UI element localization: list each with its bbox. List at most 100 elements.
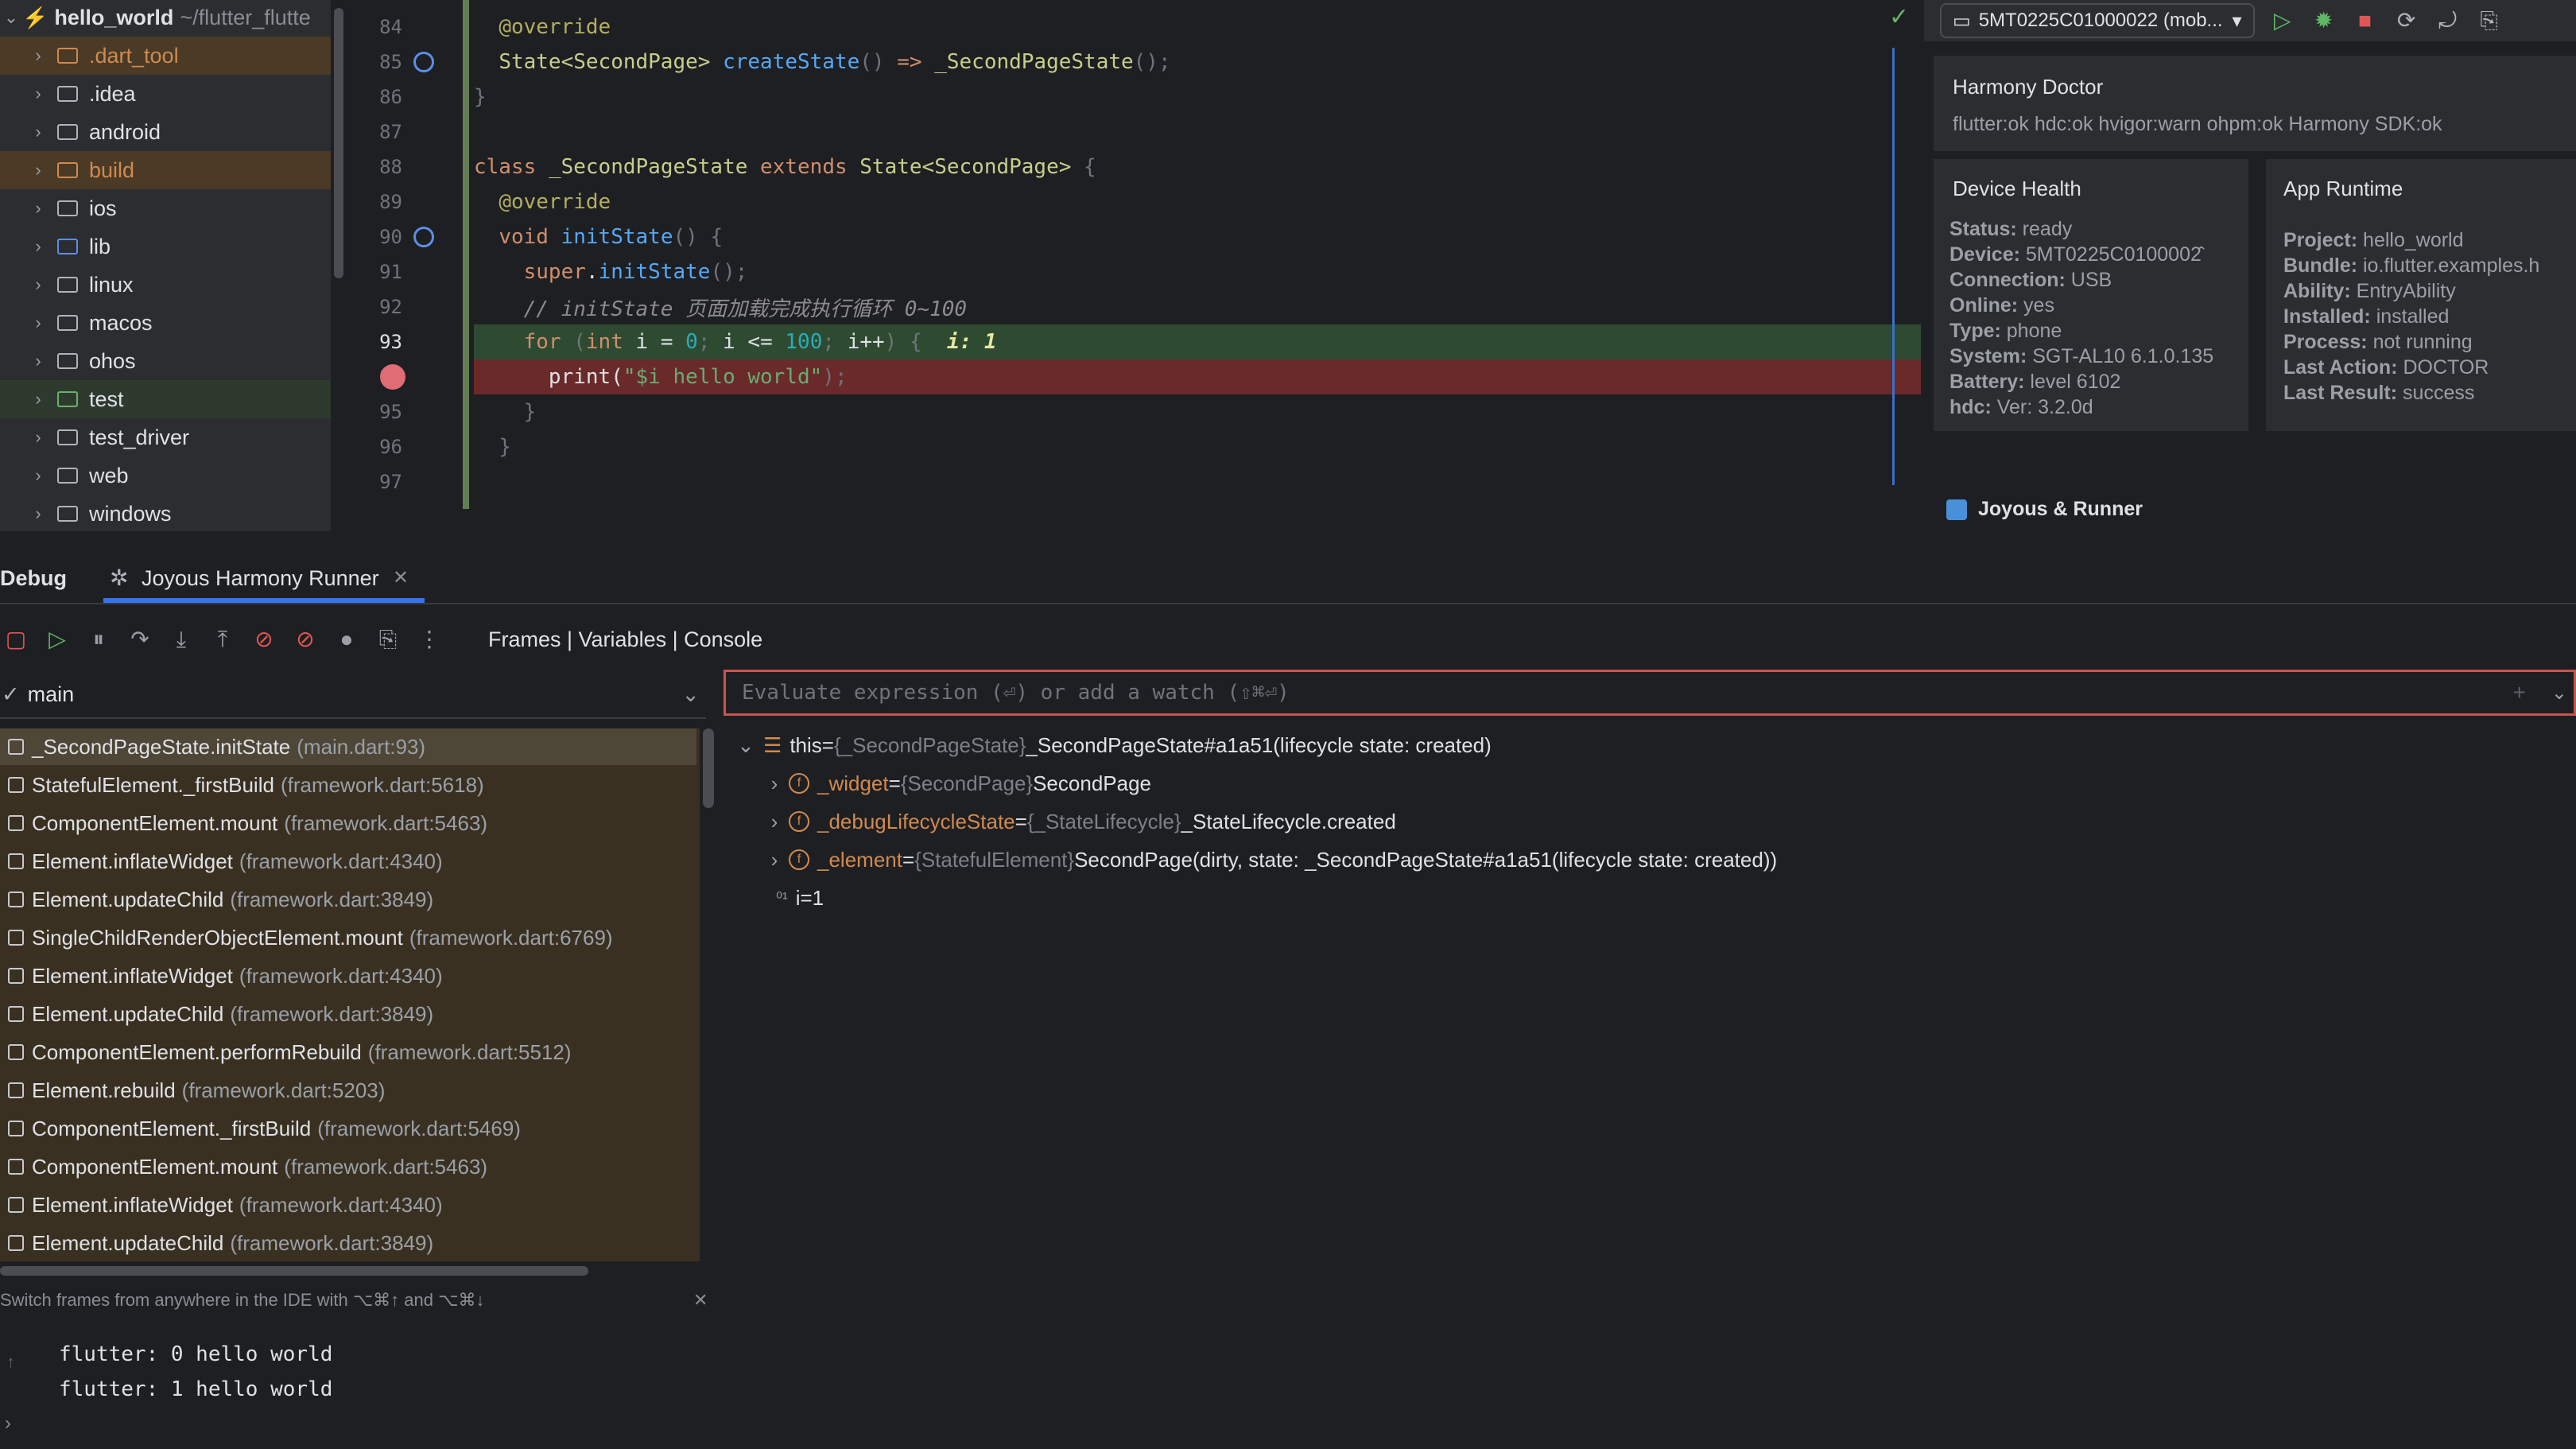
chevron-right-icon[interactable]: › — [27, 45, 49, 66]
step-into-icon[interactable]: ⤓ — [165, 623, 197, 655]
stack-frame[interactable]: Element.rebuild (framework.dart:5203) — [0, 1072, 696, 1109]
line-number[interactable]: 89 — [353, 191, 402, 213]
mute-breakpoints-icon[interactable]: ⊘ — [289, 623, 321, 655]
chevron-right-icon[interactable]: › — [27, 84, 49, 104]
stack-frame[interactable]: Element.updateChild (framework.dart:3849) — [0, 996, 696, 1032]
chevron-right-icon[interactable]: › — [27, 427, 49, 448]
frames-scrollbar[interactable] — [703, 728, 714, 808]
line-number[interactable]: 86 — [353, 86, 402, 108]
line-number[interactable]: 93 — [353, 331, 402, 353]
chevron-right-icon[interactable]: › — [27, 503, 49, 524]
variable-row[interactable]: › f _debugLifecycleState = {_StateLifecycl… — [760, 803, 1396, 840]
runner-label[interactable]: Joyous & Runner — [1946, 498, 2143, 521]
frames-hscrollbar[interactable] — [0, 1266, 588, 1276]
chevron-right-icon[interactable]: › — [760, 810, 789, 834]
tree-item[interactable]: › android — [0, 113, 331, 151]
stack-frame[interactable]: Element.inflateWidget (framework.dart:434… — [0, 843, 696, 880]
stack-frame[interactable]: Element.updateChild (framework.dart:3849) — [0, 881, 696, 918]
code-editor[interactable]: @override State<SecondPage> createState(… — [474, 0, 1921, 509]
tree-item[interactable]: › windows — [0, 495, 331, 533]
line-number[interactable]: 92 — [353, 296, 402, 318]
stack-frame[interactable]: Element.inflateWidget (framework.dart:434… — [0, 958, 696, 994]
line-number[interactable]: 88 — [353, 156, 402, 178]
inspection-ok-icon[interactable]: ✓ — [1889, 3, 1909, 31]
device-selector[interactable]: ▭ 5MT0225C01000022 (mob... ▾ — [1940, 3, 2255, 38]
record-icon[interactable]: ● — [331, 623, 363, 655]
project-root[interactable]: ⌄ ⚡ hello_world ~/flutter_flutte — [0, 0, 331, 35]
chevron-right-icon[interactable]: › — [27, 160, 49, 181]
chevron-right-icon[interactable]: › — [760, 771, 789, 796]
line-number[interactable]: 90 — [353, 226, 402, 248]
resume-icon[interactable]: ▷ — [41, 623, 73, 655]
tree-item[interactable]: › ios — [0, 189, 331, 227]
tab-debug[interactable]: Debug — [0, 566, 67, 591]
reload-icon[interactable]: ⟳ — [2393, 7, 2420, 34]
more-icon[interactable]: ⋮ — [413, 623, 445, 655]
tree-item[interactable]: › macos — [0, 304, 331, 342]
chevron-right-icon[interactable]: › — [27, 389, 49, 410]
chevron-right-icon[interactable]: › — [760, 848, 789, 872]
add-watch-icon[interactable]: + — [2513, 680, 2526, 705]
stack-frame[interactable]: ComponentElement.mount (framework.dart:54… — [0, 805, 696, 841]
hot-restart-icon[interactable]: ⤾ — [2434, 7, 2462, 34]
tree-item[interactable]: › .idea — [0, 75, 331, 113]
restore-layout-icon[interactable]: ⎘ — [372, 623, 404, 655]
view-breakpoints-icon[interactable]: ⊘ — [248, 623, 280, 655]
stack-frame[interactable]: Element.inflateWidget (framework.dart:434… — [0, 1187, 696, 1223]
chevron-right-icon[interactable]: › — [27, 313, 49, 333]
chevron-right-icon[interactable]: › — [27, 274, 49, 295]
run-icon[interactable]: ▷ — [2269, 7, 2296, 34]
line-number[interactable]: 85 — [353, 51, 402, 73]
debug-icon[interactable]: ✹ — [2310, 7, 2337, 34]
line-number[interactable]: 97 — [353, 471, 402, 493]
tree-item[interactable]: › .dart_tool — [0, 37, 331, 75]
line-number[interactable]: 95 — [353, 401, 402, 423]
step-out-icon[interactable]: ⤒ — [207, 623, 239, 655]
line-number[interactable]: 96 — [353, 436, 402, 458]
chevron-right-icon[interactable]: › — [27, 198, 49, 219]
stack-frame[interactable]: Element.updateChild (framework.dart:3849) — [0, 1225, 696, 1261]
pause-icon[interactable]: ⏸ — [83, 623, 114, 655]
tree-item[interactable]: › test — [0, 380, 331, 418]
chevron-down-icon[interactable]: ⌄ — [0, 7, 22, 28]
variable-row[interactable]: › f _element = {StatefulElement} SecondPag… — [760, 841, 1777, 878]
step-over-icon[interactable]: ↷ — [124, 623, 156, 655]
stack-frame[interactable]: ComponentElement.performRebuild (framewor… — [0, 1034, 696, 1070]
stack-frame[interactable]: _SecondPageState.initState (main.dart:93) — [0, 728, 696, 765]
line-number[interactable]: 84 — [353, 16, 402, 38]
override-marker-icon[interactable] — [413, 52, 434, 72]
stack-frame[interactable]: ComponentElement.mount (framework.dart:54… — [0, 1148, 696, 1185]
chevron-right-icon[interactable]: › — [27, 351, 49, 371]
tree-item[interactable]: › test_driver — [0, 418, 331, 456]
stack-frame[interactable]: StatefulElement._firstBuild (framework.da… — [0, 767, 696, 803]
tree-item[interactable]: › web — [0, 456, 331, 495]
thread-selector[interactable]: ✓ main ⌄ — [0, 671, 706, 719]
variable-row[interactable]: ⌄ ☰ this = {_SecondPageState} _SecondPageS… — [731, 727, 1492, 763]
tab-runner[interactable]: Joyous Harmony Runner — [142, 566, 379, 591]
breakpoint-icon[interactable] — [380, 364, 405, 390]
line-number[interactable]: 87 — [353, 121, 402, 143]
tree-item[interactable]: › build — [0, 151, 331, 189]
tree-item[interactable]: › linux — [0, 266, 331, 304]
scroll-up-icon[interactable]: ↑ — [6, 1352, 15, 1373]
close-tab-icon[interactable]: ✕ — [393, 566, 409, 589]
stop-icon[interactable]: ▢ — [0, 623, 32, 655]
tree-scrollbar[interactable] — [334, 8, 343, 278]
variable-row[interactable]: ⁰¹ i = 1 — [776, 880, 824, 916]
chevron-right-icon[interactable]: › — [27, 122, 49, 142]
tree-item[interactable]: › lib — [0, 227, 331, 266]
chevron-right-icon[interactable]: › — [27, 465, 49, 486]
close-icon[interactable]: ✕ — [693, 1290, 708, 1311]
device-manager-icon[interactable]: ⎘ — [2476, 7, 2503, 34]
stack-frame[interactable]: ComponentElement._firstBuild (framework.d… — [0, 1110, 696, 1147]
evaluate-expression-input[interactable] — [740, 680, 2413, 705]
chevron-right-icon[interactable]: › — [27, 236, 49, 257]
chevron-down-icon[interactable]: ⌄ — [2551, 682, 2567, 705]
stack-frame[interactable]: SingleChildRenderObjectElement.mount (fra… — [0, 919, 696, 956]
override-marker-icon[interactable] — [413, 227, 434, 247]
tree-item[interactable]: › ohos — [0, 342, 331, 380]
stop-icon[interactable]: ■ — [2352, 7, 2379, 34]
variable-row[interactable]: › f _widget = {SecondPage} SecondPage — [760, 765, 1151, 802]
line-number[interactable]: 91 — [353, 261, 402, 283]
chevron-down-icon[interactable]: ⌄ — [731, 733, 760, 758]
